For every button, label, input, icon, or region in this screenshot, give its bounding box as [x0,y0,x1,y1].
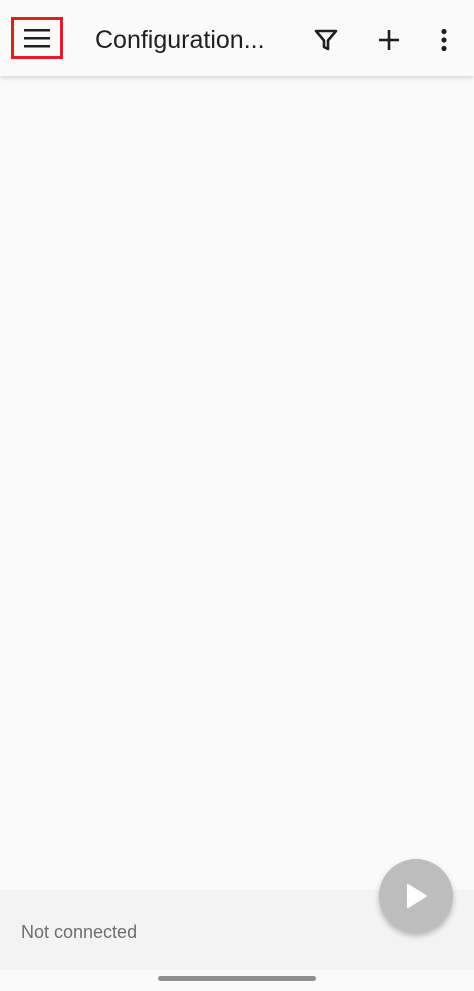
start-button[interactable] [379,859,453,933]
filter-button[interactable] [304,18,348,62]
screen: Configuration... Not connected [0,0,474,991]
connection-status: Not connected [21,922,138,942]
add-button[interactable] [367,18,411,62]
filter-icon [314,29,338,51]
menu-icon [24,29,50,48]
gesture-nav-handle[interactable] [158,976,316,981]
page-title: Configuration... [95,26,265,54]
more-vert-icon [441,28,447,52]
add-icon [379,30,399,50]
play-icon [407,884,427,908]
configuration-list [0,76,474,890]
app-bar: Configuration... [0,0,474,76]
more-options-button[interactable] [424,18,464,62]
menu-button[interactable] [11,17,63,59]
